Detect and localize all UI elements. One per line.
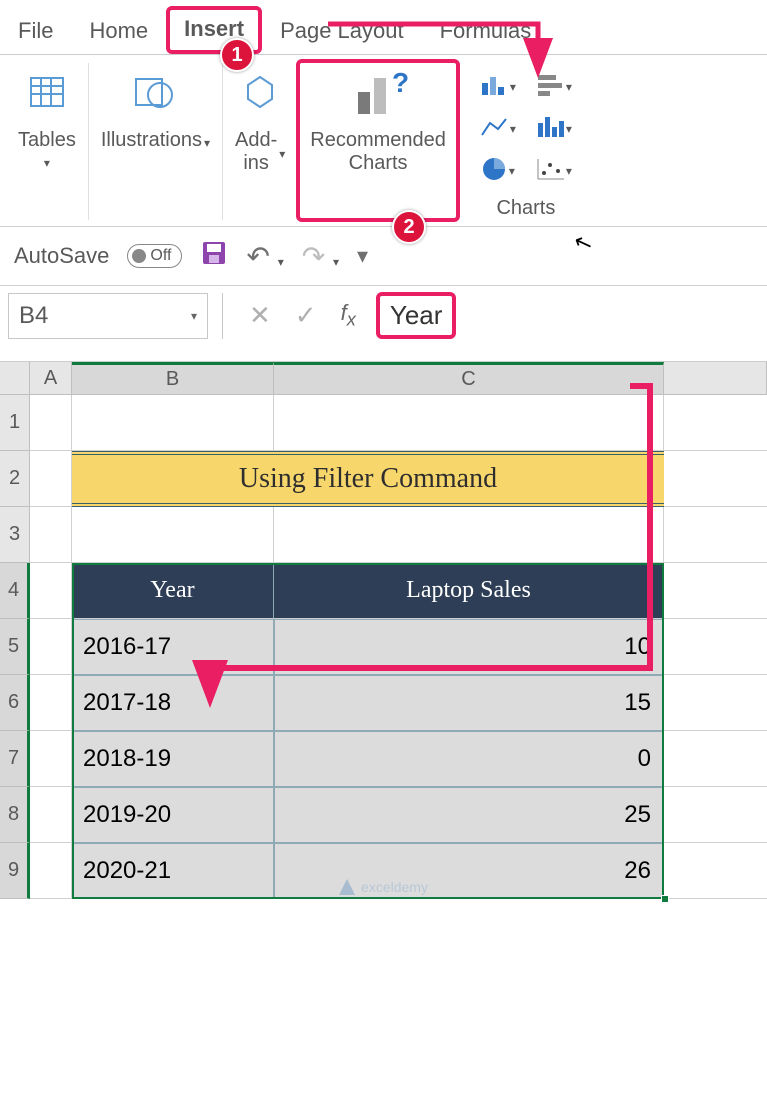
- formula-bar: B4 ▾ ✕ ✓ fx Year: [0, 286, 767, 362]
- row-header-7[interactable]: 7: [0, 731, 30, 787]
- redo-button[interactable]: ↷ ▾: [302, 240, 339, 273]
- group-charts: ▾ ▾ ▾ ▾ ▾ ▾ Charts: [459, 63, 589, 220]
- recommended-label: Recommended Charts: [310, 129, 446, 175]
- name-box-value: B4: [19, 302, 48, 330]
- watermark-icon: [339, 879, 355, 895]
- annotation-badge-2: 2: [392, 210, 426, 244]
- tables-label: Tables: [18, 129, 76, 152]
- col-header-b[interactable]: B: [72, 362, 274, 394]
- watermark-text: exceldemy: [361, 879, 428, 895]
- save-icon[interactable]: [200, 239, 228, 273]
- column-headers: A B C: [0, 362, 767, 395]
- charts-label: Charts: [496, 197, 555, 220]
- illustrations-icon: [132, 63, 178, 123]
- row-header-4[interactable]: 4: [0, 563, 30, 619]
- column-chart-button[interactable]: ▾: [473, 67, 523, 103]
- row-header-1[interactable]: 1: [0, 395, 30, 451]
- row-header-9[interactable]: 9: [0, 843, 30, 899]
- group-tables[interactable]: Tables ▾: [6, 63, 89, 220]
- cell-year-1[interactable]: 2017-18: [72, 675, 274, 731]
- line-chart-button[interactable]: ▾: [473, 109, 523, 145]
- ribbon-insert: Tables ▾ Illustrations ▾ Add- ins ▾ ? Re…: [0, 55, 767, 227]
- chevron-down-icon: ▾: [279, 147, 285, 161]
- chevron-down-icon: ▾: [44, 156, 50, 170]
- row-header-2[interactable]: 2: [0, 451, 30, 507]
- addins-label: Add- ins: [235, 129, 277, 175]
- row-header-3[interactable]: 3: [0, 507, 30, 563]
- worksheet: A B C 1 2 3 4 5 6 7 8 9 Using Filter Com…: [0, 362, 767, 899]
- cancel-formula-button[interactable]: ✕: [237, 300, 283, 331]
- qat-customize-icon[interactable]: ▾: [357, 243, 368, 269]
- cell-sales-2[interactable]: 0: [274, 731, 664, 787]
- quick-access-toolbar: AutoSave Off ↶ ▾ ↷ ▾ ▾: [0, 227, 767, 286]
- tab-formulas[interactable]: Formulas: [422, 8, 550, 54]
- recommended-charts-icon: ?: [348, 63, 408, 123]
- scatter-chart-button[interactable]: ▾: [529, 151, 579, 187]
- col-header-c[interactable]: C: [274, 362, 664, 394]
- select-all-corner[interactable]: [0, 362, 30, 394]
- name-box[interactable]: B4 ▾: [8, 293, 208, 339]
- pie-chart-button[interactable]: ▾: [473, 151, 523, 187]
- group-recommended-charts[interactable]: ? Recommended Charts: [298, 63, 459, 220]
- undo-button[interactable]: ↶ ▾: [246, 240, 283, 273]
- autosave-state: Off: [150, 247, 171, 265]
- formula-value[interactable]: Year: [376, 292, 457, 339]
- row-header-5[interactable]: 5: [0, 619, 30, 675]
- bar-chart-button[interactable]: ▾: [529, 67, 579, 103]
- watermark: exceldemy: [339, 879, 428, 895]
- cell-year-2[interactable]: 2018-19: [72, 731, 274, 787]
- chevron-down-icon: ▾: [204, 136, 210, 150]
- title-cell[interactable]: Using Filter Command: [72, 451, 664, 507]
- histogram-button[interactable]: ▾: [529, 109, 579, 145]
- cell-year-3[interactable]: 2019-20: [72, 787, 274, 843]
- chevron-down-icon: ▾: [191, 309, 197, 323]
- ribbon-tabs: File Home Insert Page Layout Formulas: [0, 0, 767, 55]
- fx-button[interactable]: fx: [329, 300, 368, 330]
- cell-sales-4[interactable]: 26: [274, 843, 664, 899]
- svg-text:?: ?: [392, 68, 408, 98]
- row-headers: 1 2 3 4 5 6 7 8 9: [0, 395, 30, 899]
- cell-sales-1[interactable]: 15: [274, 675, 664, 731]
- row-header-6[interactable]: 6: [0, 675, 30, 731]
- cell-year-4[interactable]: 2020-21: [72, 843, 274, 899]
- header-year[interactable]: Year: [72, 563, 274, 619]
- addins-icon: [241, 63, 279, 123]
- autosave-label: AutoSave: [14, 243, 109, 269]
- header-sales[interactable]: Laptop Sales: [274, 563, 664, 619]
- group-illustrations[interactable]: Illustrations ▾: [89, 63, 223, 220]
- illustrations-label: Illustrations: [101, 129, 202, 152]
- cell-year-0[interactable]: 2016-17: [72, 619, 274, 675]
- col-header-a[interactable]: A: [30, 362, 72, 394]
- row-header-8[interactable]: 8: [0, 787, 30, 843]
- tab-file[interactable]: File: [0, 8, 71, 54]
- tab-page-layout[interactable]: Page Layout: [262, 8, 422, 54]
- enter-formula-button[interactable]: ✓: [283, 300, 329, 331]
- autosave-toggle[interactable]: Off: [127, 244, 182, 268]
- tables-icon: [27, 63, 67, 123]
- annotation-badge-1: 1: [220, 38, 254, 72]
- cell-grid[interactable]: Using Filter Command Year Laptop Sales 2…: [30, 395, 767, 899]
- cell-sales-0[interactable]: 10: [274, 619, 664, 675]
- col-header-rest[interactable]: [664, 362, 767, 394]
- group-addins[interactable]: Add- ins ▾: [223, 63, 298, 220]
- tab-home[interactable]: Home: [71, 8, 166, 54]
- cell-sales-3[interactable]: 25: [274, 787, 664, 843]
